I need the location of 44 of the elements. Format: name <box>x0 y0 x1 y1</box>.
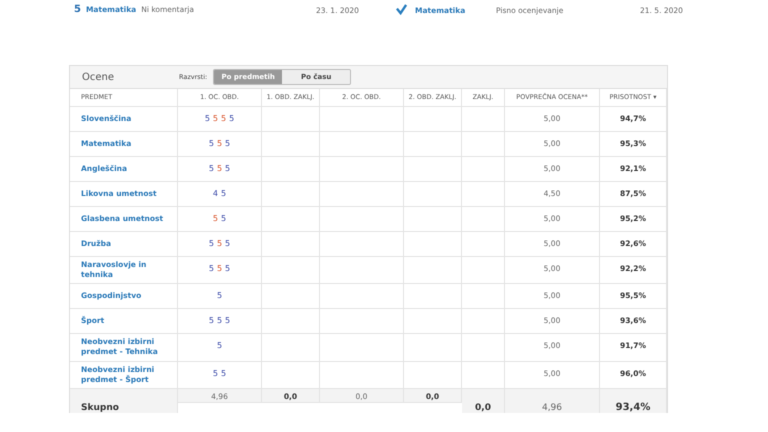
table-cell <box>404 207 462 232</box>
grade-value[interactable]: 5 <box>208 164 214 173</box>
grade-value[interactable]: 5 <box>216 139 222 148</box>
grade-value[interactable]: 5 <box>225 316 230 326</box>
grade-value[interactable]: 5 <box>221 368 226 378</box>
grade-value[interactable]: 5 <box>216 316 222 326</box>
panel-title: Ocene <box>82 72 116 82</box>
total-value: 4,96 <box>542 402 562 413</box>
grade-value[interactable]: 5 <box>216 291 222 300</box>
grade-value[interactable]: 4 <box>212 189 218 198</box>
total-label: Skupno <box>81 402 119 413</box>
table-cell <box>404 232 462 257</box>
check-icon <box>396 4 407 15</box>
grade-value[interactable]: 5 <box>221 189 226 198</box>
grade-value[interactable]: 5 <box>221 214 226 223</box>
grade-value[interactable]: 5 <box>216 239 222 248</box>
grade-value[interactable]: 5 <box>225 164 230 173</box>
table-cell <box>404 107 462 132</box>
grade-value[interactable]: 5 <box>208 139 214 148</box>
total-value: 93,4% <box>616 402 650 413</box>
grade-value[interactable]: 5 <box>208 316 214 326</box>
grade-value: 5 <box>74 4 81 15</box>
grade-value[interactable]: 5 <box>212 114 218 123</box>
grade-value[interactable]: 5 <box>225 264 230 273</box>
grade-value[interactable]: 5 <box>216 264 222 273</box>
grade-value[interactable]: 5 <box>204 114 210 123</box>
table-cell <box>404 182 462 207</box>
table-cell <box>404 284 462 310</box>
table-cell <box>404 157 462 182</box>
table-cell <box>404 334 462 362</box>
grade-value[interactable]: 5 <box>208 264 214 273</box>
table-cell <box>404 132 462 157</box>
grade-value[interactable]: 5 <box>229 114 234 123</box>
grade-value[interactable]: 5 <box>225 239 230 248</box>
grade-value[interactable]: 5 <box>221 114 226 123</box>
grade-value[interactable]: 5 <box>225 139 230 148</box>
grade-value[interactable]: 5 <box>212 368 218 378</box>
grade-value[interactable]: 5 <box>216 164 222 173</box>
total-value: 0,0 <box>475 402 491 413</box>
table-cell <box>404 309 462 334</box>
table-cell <box>404 257 462 284</box>
grade-value[interactable]: 5 <box>216 341 222 350</box>
grade-value[interactable]: 5 <box>212 214 218 223</box>
grade-value[interactable]: 5 <box>208 239 214 248</box>
